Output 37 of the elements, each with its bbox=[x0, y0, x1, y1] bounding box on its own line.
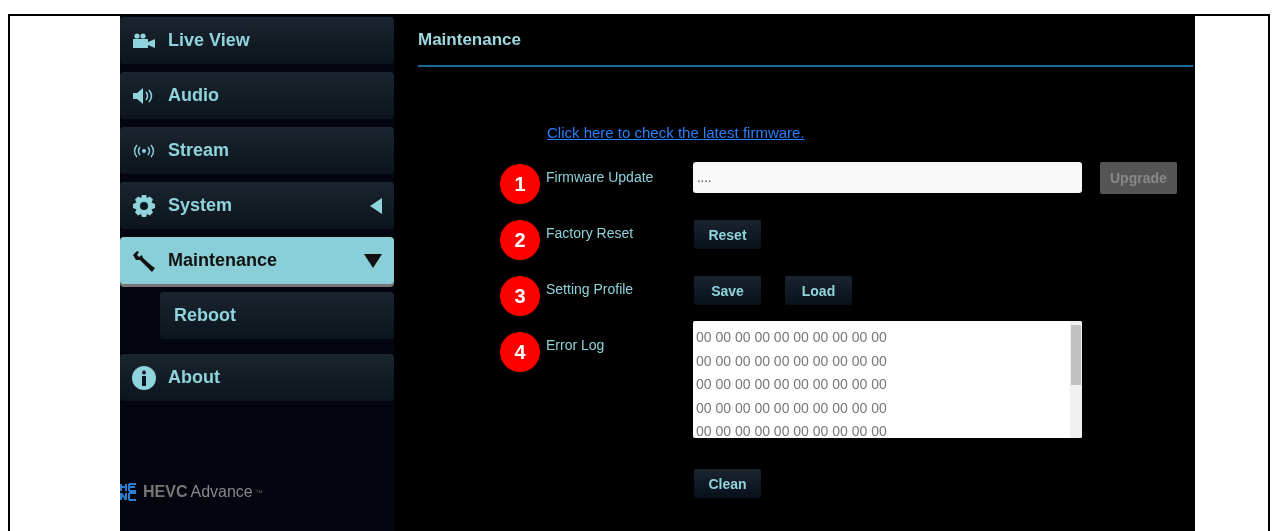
sidebar-item[interactable]: Stream bbox=[120, 127, 394, 174]
page-title: Maintenance bbox=[418, 30, 521, 50]
step-number: 2 bbox=[500, 220, 540, 260]
caret-left-icon bbox=[370, 197, 382, 214]
action-button[interactable]: Clean bbox=[694, 469, 761, 498]
hevc-advance-logo: HEVC Advance $^{™}$ bbox=[120, 483, 394, 501]
setting-label: Setting Profile bbox=[546, 280, 635, 297]
step-number: 3 bbox=[500, 276, 540, 316]
file-path-field[interactable]: .... bbox=[693, 162, 1082, 193]
log-line: 00 00 00 00 00 00 00 00 00 00 bbox=[696, 398, 888, 418]
sidebar-item[interactable]: System bbox=[120, 182, 394, 229]
action-button[interactable]: Load bbox=[785, 276, 852, 305]
setting-label: Firmware Update bbox=[546, 168, 655, 185]
caret-down-icon bbox=[364, 253, 382, 268]
firmware-link[interactable]: Click here to check the latest firmware. bbox=[547, 124, 805, 141]
sidebar-item[interactable]: Maintenance bbox=[120, 237, 394, 284]
info-icon bbox=[132, 365, 156, 390]
setting-label: Error Log bbox=[546, 336, 606, 353]
log-line: 00 00 00 00 00 00 00 00 00 00 bbox=[696, 375, 888, 394]
sidebar-item[interactable]: Live View bbox=[120, 17, 394, 64]
log-line: 00 00 00 00 00 00 00 00 00 00 bbox=[696, 422, 888, 438]
video-camera-icon bbox=[132, 32, 156, 49]
action-button[interactable]: Save bbox=[694, 276, 761, 305]
log-line: 00 00 00 00 00 00 00 00 00 00 bbox=[696, 351, 888, 371]
step-number: 1 bbox=[500, 164, 540, 204]
broadcast-icon bbox=[132, 143, 156, 158]
scrollbar[interactable] bbox=[1070, 321, 1082, 438]
error-log-field[interactable]: 00 00 00 00 00 00 00 00 00 00 00 00 00 00 00 00 00 00 00 00 00 00 00 00 00 00 00 00 00 00 00 00 00 00 00 00 00 00 00 00 00 00 00 00 00 00 00 00 00 00 bbox=[693, 321, 1082, 438]
step-number: 4 bbox=[500, 332, 540, 372]
sidebar-item[interactable]: Audio bbox=[120, 72, 394, 119]
wrench-icon bbox=[132, 248, 156, 273]
sidebar-item[interactable]: About bbox=[120, 354, 394, 401]
sidebar-item[interactable]: Reboot bbox=[160, 292, 394, 339]
gear-icon bbox=[132, 193, 156, 218]
action-button[interactable]: Reset bbox=[694, 220, 761, 249]
log-line: 00 00 00 00 00 00 00 00 00 00 bbox=[696, 328, 888, 347]
setting-label: Factory Reset bbox=[546, 224, 635, 241]
